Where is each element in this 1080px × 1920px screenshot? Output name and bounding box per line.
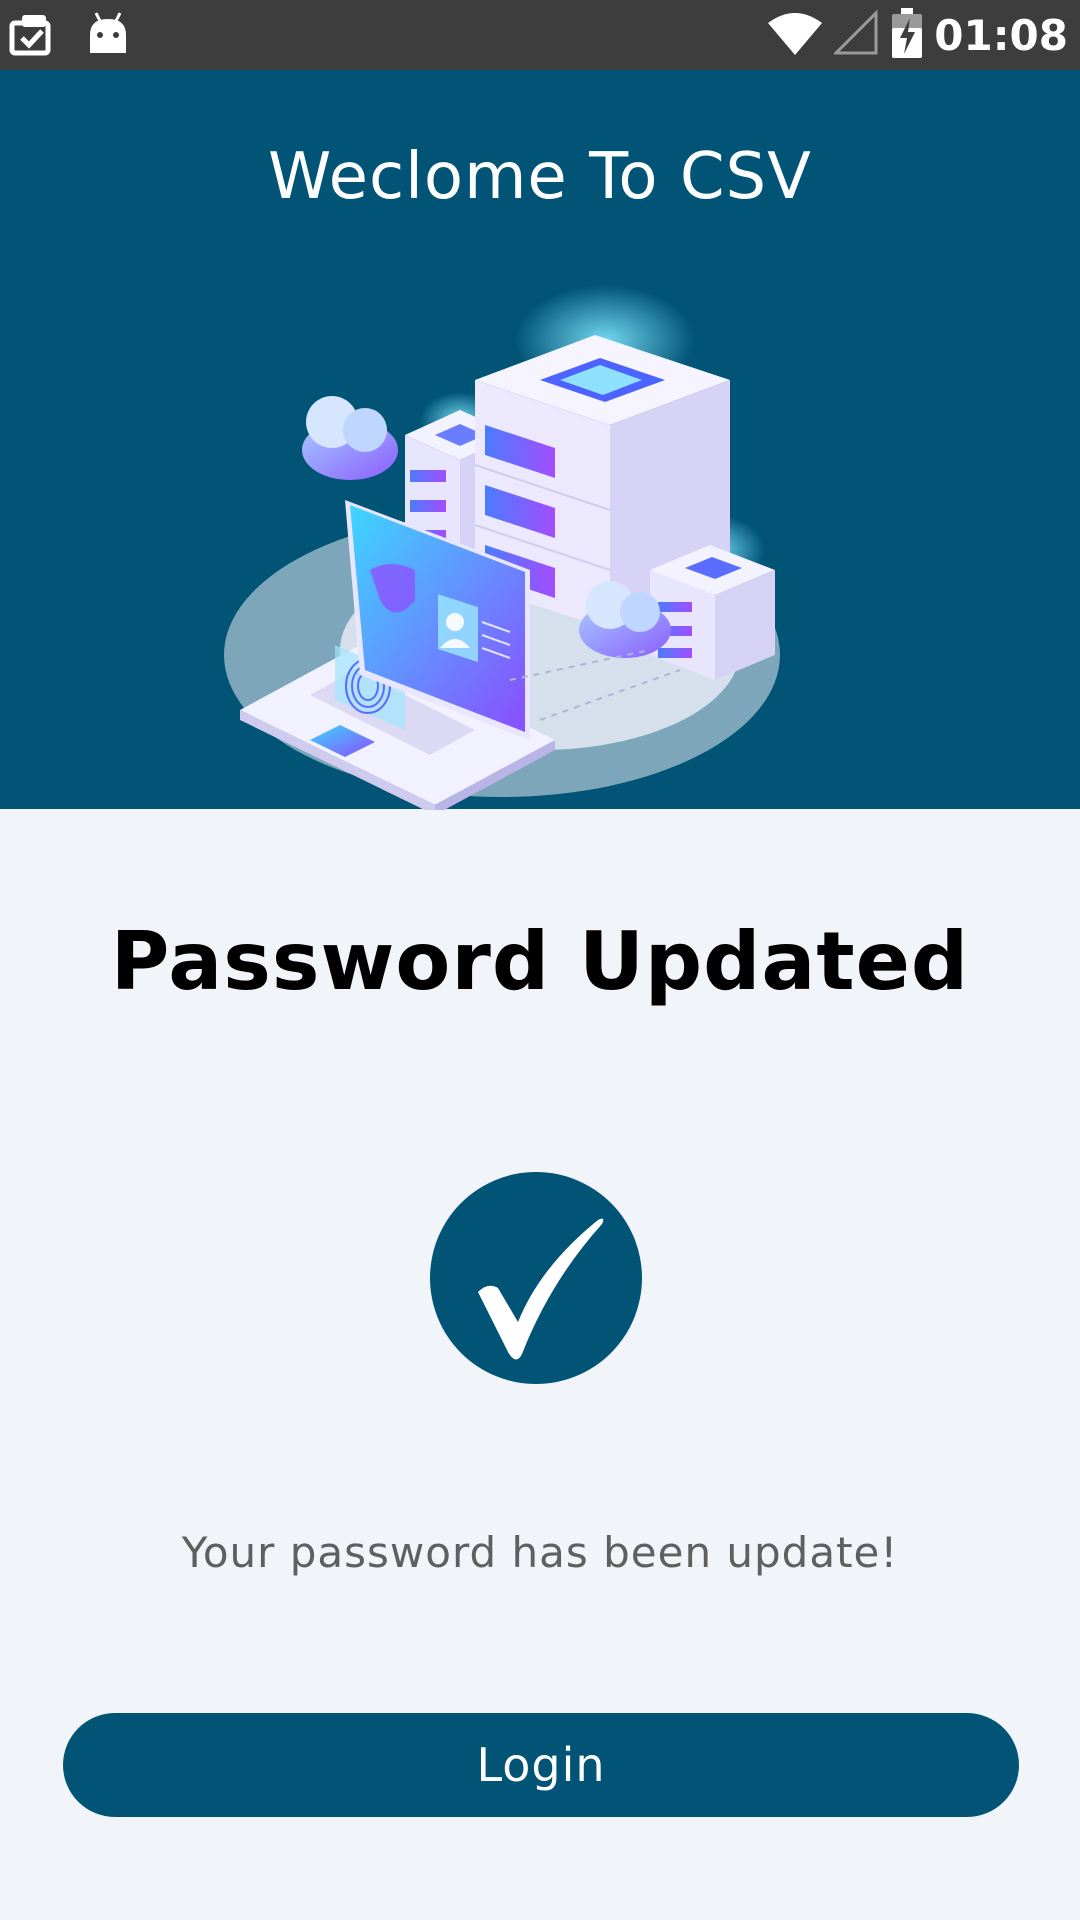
checkmark-circle-icon <box>430 1172 642 1384</box>
server-cloud-security-illustration <box>210 250 810 815</box>
password-updated-screen: 01:08 Weclome To CSV Password Updated Yo… <box>0 0 1080 1920</box>
status-left-icons <box>8 10 132 60</box>
status-time: 01:08 <box>934 10 1068 60</box>
login-button[interactable]: Login <box>63 1713 1019 1817</box>
battery-charging-icon <box>890 6 924 64</box>
page-title: Password Updated <box>110 915 970 1008</box>
clipboard-check-icon <box>8 9 56 61</box>
success-message: Your password has been update! <box>181 1528 899 1577</box>
wifi-icon <box>766 9 824 61</box>
android-icon <box>84 9 132 61</box>
status-right-icons: 01:08 <box>766 8 1068 62</box>
welcome-title: Weclome To CSV <box>268 140 812 214</box>
cell-signal-icon <box>832 9 880 61</box>
status-bar: 01:08 <box>0 0 1080 70</box>
header-banner: Weclome To CSV <box>0 70 1080 815</box>
